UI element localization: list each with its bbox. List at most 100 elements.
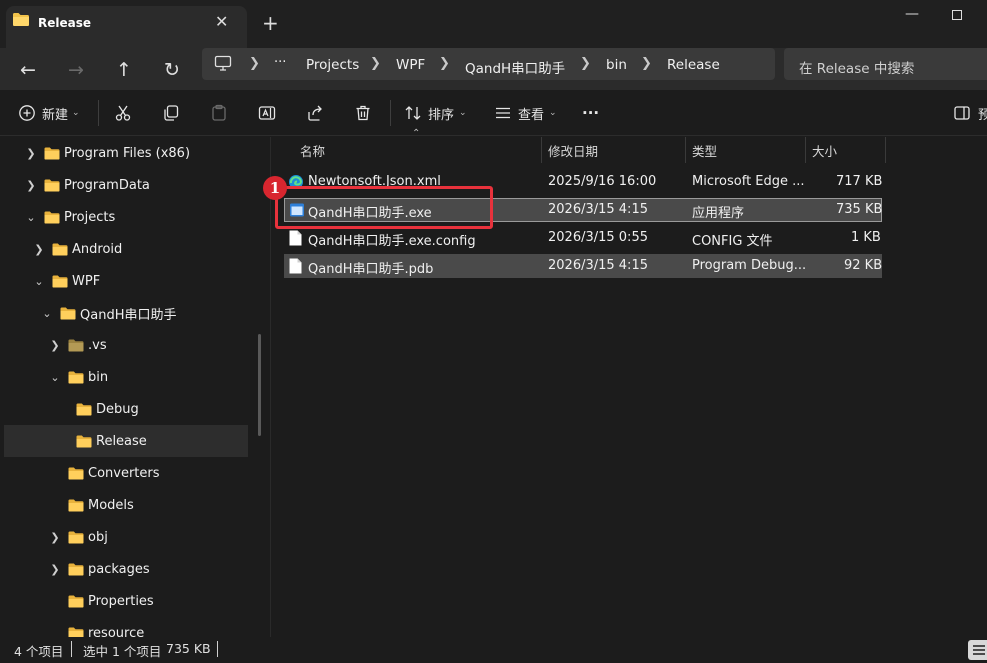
copy-button[interactable] xyxy=(162,102,180,124)
cut-button[interactable] xyxy=(114,102,132,124)
folder-icon xyxy=(68,339,84,352)
sidebar-item-properties[interactable]: Properties xyxy=(4,585,248,617)
computer-icon[interactable] xyxy=(214,55,232,72)
chevron-down-icon[interactable]: ⌄ xyxy=(40,307,54,320)
file-row-pdb[interactable]: QandH串口助手.pdb 2026/3/15 4:15 Program Deb… xyxy=(284,254,882,278)
file-modified: 2025/9/16 16:00 xyxy=(548,174,657,189)
sort-button[interactable]: 排序 ⌄ xyxy=(404,102,467,124)
breadcrumb-qandh[interactable]: QandH串口助手 xyxy=(465,57,565,77)
sidebar-item-converters[interactable]: Converters xyxy=(4,457,248,489)
breadcrumb-separator-icon[interactable]: ❯ xyxy=(439,56,450,71)
sidebar-item-label: Debug xyxy=(96,401,139,417)
sidebar-item-debug[interactable]: Debug xyxy=(4,393,248,425)
column-header-name[interactable]: 名称 xyxy=(300,141,325,160)
sidebar-item-resource[interactable]: resource xyxy=(4,617,248,637)
details-view-icon xyxy=(973,645,985,655)
breadcrumb-release[interactable]: Release xyxy=(667,57,720,73)
minimize-button[interactable]: — xyxy=(905,6,919,22)
back-button[interactable]: ← xyxy=(14,56,42,84)
sidebar-scrollbar[interactable] xyxy=(258,334,261,436)
sort-ascending-icon: ⌃ xyxy=(412,128,421,139)
sidebar-item-label: Models xyxy=(88,497,134,513)
breadcrumb-bin[interactable]: bin xyxy=(606,57,627,73)
up-button[interactable]: ↑ xyxy=(110,56,138,84)
breadcrumb-separator-icon[interactable]: ❯ xyxy=(249,56,260,71)
sidebar-item-label: bin xyxy=(88,369,109,385)
breadcrumb-overflow-button[interactable]: ··· xyxy=(274,55,286,70)
breadcrumb-separator-icon[interactable]: ❯ xyxy=(580,56,591,71)
refresh-button[interactable]: ↻ xyxy=(158,56,186,84)
sidebar-item-projects[interactable]: ⌄ Projects xyxy=(4,201,248,233)
view-button[interactable]: 查看 ⌄ xyxy=(494,102,557,124)
chevron-right-icon[interactable]: ❯ xyxy=(48,531,62,544)
search-placeholder[interactable]: 在 Release 中搜索 xyxy=(799,57,914,77)
copy-icon xyxy=(162,104,180,122)
annotation-highlight-box xyxy=(275,186,493,229)
more-options-button[interactable]: ··· xyxy=(582,102,599,124)
new-button[interactable]: 新建 ⌄ xyxy=(18,102,80,124)
sidebar-item-android[interactable]: ❯ Android xyxy=(4,233,248,265)
chevron-down-icon: ⌄ xyxy=(549,108,557,118)
chevron-right-icon[interactable]: ❯ xyxy=(48,339,62,352)
chevron-down-icon[interactable]: ⌄ xyxy=(48,371,62,384)
tab-title: Release xyxy=(38,16,92,30)
chevron-down-icon[interactable]: ⌄ xyxy=(32,275,46,288)
delete-button[interactable] xyxy=(354,102,372,124)
file-row-config[interactable]: QandH串口助手.exe.config 2026/3/15 0:55 CONF… xyxy=(284,226,882,250)
column-header-type[interactable]: 类型 xyxy=(692,141,717,160)
share-icon xyxy=(306,104,324,122)
column-divider[interactable] xyxy=(885,137,886,163)
breadcrumb-wpf[interactable]: WPF xyxy=(396,57,425,73)
folder-icon xyxy=(76,403,92,416)
share-button[interactable] xyxy=(306,102,324,124)
close-tab-icon[interactable]: ✕ xyxy=(215,14,228,30)
selected-size: 735 KB xyxy=(166,641,211,656)
sidebar-item-label: Android xyxy=(72,241,123,257)
chevron-right-icon[interactable]: ❯ xyxy=(32,243,46,256)
file-size: 1 KB xyxy=(851,230,881,245)
file-name: QandH串口助手.exe.config xyxy=(308,234,476,249)
sidebar-item-qandh[interactable]: ⌄ QandH串口助手 xyxy=(4,297,248,329)
scissors-icon xyxy=(114,104,132,122)
folder-icon xyxy=(44,211,60,224)
sidebar-item-obj[interactable]: ❯ obj xyxy=(4,521,248,553)
sidebar-item-wpf[interactable]: ⌄ WPF xyxy=(4,265,248,297)
breadcrumb-separator-icon[interactable]: ❯ xyxy=(370,56,381,71)
sidebar-item-models[interactable]: Models xyxy=(4,489,248,521)
add-icon xyxy=(18,104,36,122)
column-header-modified[interactable]: 修改日期 xyxy=(548,141,598,160)
file-type: CONFIG 文件 xyxy=(692,234,773,249)
rename-button[interactable] xyxy=(258,102,276,124)
sidebar-item-programdata[interactable]: ❯ ProgramData xyxy=(4,169,248,201)
column-divider[interactable] xyxy=(541,137,542,163)
sidebar-item-release[interactable]: Release xyxy=(4,425,248,457)
chevron-down-icon[interactable]: ⌄ xyxy=(24,211,38,224)
column-divider[interactable] xyxy=(685,137,686,163)
sidebar-item-program-files-x86[interactable]: ❯ Program Files (x86) xyxy=(4,137,248,169)
sidebar-item-bin[interactable]: ⌄ bin xyxy=(4,361,248,393)
folder-icon xyxy=(76,435,92,448)
breadcrumb-projects[interactable]: Projects xyxy=(306,57,359,73)
sort-icon xyxy=(404,104,422,122)
view-list-icon xyxy=(494,104,512,122)
sidebar-item-packages[interactable]: ❯ packages xyxy=(4,553,248,585)
maximize-button[interactable] xyxy=(952,10,962,20)
column-divider[interactable] xyxy=(805,137,806,163)
forward-button[interactable]: → xyxy=(62,56,90,84)
view-button-label: 查看 xyxy=(518,107,545,123)
chevron-right-icon[interactable]: ❯ xyxy=(48,563,62,576)
chevron-right-icon[interactable]: ❯ xyxy=(24,179,38,192)
folder-icon xyxy=(68,595,84,608)
details-view-button[interactable] xyxy=(968,640,987,660)
column-header-size[interactable]: 大小 xyxy=(812,141,837,160)
breadcrumb-separator-icon[interactable]: ❯ xyxy=(641,56,652,71)
file-icon xyxy=(289,258,302,274)
sidebar-item-label: Projects xyxy=(64,209,116,225)
paste-button[interactable] xyxy=(210,102,228,124)
preview-pane-button[interactable]: 预 xyxy=(954,102,987,124)
annotation-number-badge: 1 xyxy=(263,176,287,200)
chevron-right-icon[interactable]: ❯ xyxy=(24,147,38,160)
new-tab-button[interactable]: + xyxy=(262,12,279,34)
selected-count: 选中 1 个项目 xyxy=(83,644,162,659)
sidebar-item-vs[interactable]: ❯ .vs xyxy=(4,329,248,361)
